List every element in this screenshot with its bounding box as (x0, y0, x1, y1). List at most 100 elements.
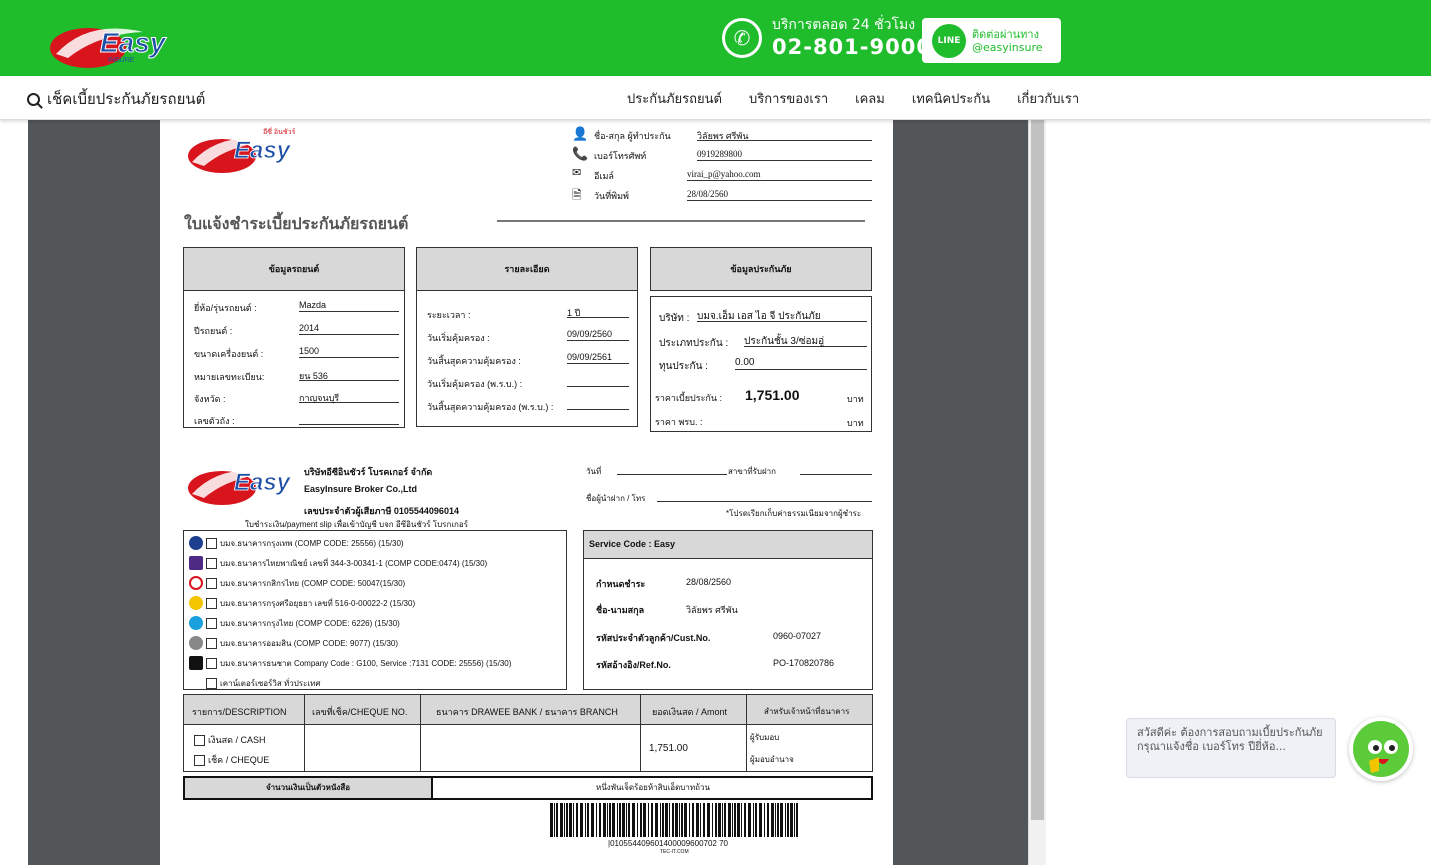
service-caption: บริการตลอด 24 ชั่วโมง (772, 17, 916, 33)
bank-option-bbl[interactable]: บมจ.ธนาคารกรุงเทพ (COMP CODE: 25556) (15… (189, 534, 404, 552)
hotline-number[interactable]: 02-801-9000 (772, 34, 932, 60)
checkbox[interactable] (206, 637, 217, 649)
chat-mascot-icon[interactable] (1349, 717, 1413, 781)
end-label: วันสิ้นสุดความคุ้มครอง : (427, 356, 521, 366)
due-label: กำหนดชำระ (596, 579, 646, 589)
checkbox[interactable] (206, 657, 217, 669)
checkbox[interactable] (206, 537, 217, 549)
sum-value: 0.00 (735, 357, 867, 370)
nav-claim[interactable]: เคลม (855, 88, 885, 109)
service-code: Service Code : Easy (584, 531, 872, 559)
hotline[interactable]: ✆ บริการตลอด 24 ชั่วโมง 02-801-9000 (722, 16, 932, 60)
document-title: ใบแจ้งชำระเบี้ยประกันภัยรถยนต์ (184, 216, 409, 233)
chassis-label: เลขตัวถัง : (194, 416, 235, 426)
checkbox[interactable] (206, 677, 217, 689)
receiver-label: ผู้รับมอบ (750, 733, 780, 742)
bank-option-bay[interactable]: บมจ.ธนาคารกรุงศรีอยุธยา เลขที่ 516-0-000… (189, 594, 415, 612)
bank-label: บมจ.ธนาคารกรุงเทพ (COMP CODE: 25556) (15… (220, 538, 404, 548)
bank-option-ktb[interactable]: บมจ.ธนาคารกรุงไทย (COMP CODE: 6226) (15/… (189, 614, 400, 632)
svg-text:Easy: Easy (100, 27, 167, 58)
nav-services[interactable]: บริการของเรา (749, 88, 828, 109)
prb-end-value (567, 398, 629, 410)
line-id: @easyinsure (972, 40, 1043, 54)
nav-about[interactable]: เกี่ยวกับเรา (1017, 88, 1079, 109)
car-box-header: ข้อมูลรถยนต์ (183, 247, 405, 291)
payer-label: ชื่อ-นามสกุล (596, 605, 645, 615)
ref-value: PO-170820786 (773, 658, 835, 668)
prb-end-label: วันสิ้นสุดความคุ้มครอง (พ.ร.บ.) : (427, 402, 554, 412)
nav-car-insurance[interactable]: ประกันภัยรถยนต์ (627, 88, 722, 109)
nav-tips[interactable]: เทคนิคประกัน (912, 88, 990, 109)
car-box: ยี่ห้อ/รุ่นรถยนต์ : Mazda ปีรถยนต์ : 201… (183, 291, 405, 428)
checkbox[interactable] (206, 577, 217, 589)
detail-box-header: รายละเอียด (416, 247, 638, 291)
svg-text:Easy: Easy (234, 469, 292, 496)
prb-start-label: วันเริ่มคุ้มครอง (พ.ร.บ.) : (427, 379, 523, 389)
slip-date-label: วันที่ (586, 467, 602, 476)
chat-bubble[interactable]: สวัสดีค่ะ ต้องการสอบถามเบี้ยประกันภัย กร… (1126, 718, 1336, 778)
phone-value: 0919289800 (697, 149, 872, 161)
checkbox[interactable] (194, 754, 205, 766)
title-divider (497, 220, 865, 222)
bank-label: บมจ.ธนาคารกรุงศรีอยุธยา เลขที่ 516-0-000… (220, 598, 416, 608)
date-value: 28/08/2560 (687, 189, 872, 201)
thanachart-bank-icon (189, 656, 203, 670)
gsb-bank-icon (189, 636, 203, 650)
slip-branch-line (800, 463, 872, 475)
plate-value: ยน 536 (299, 369, 399, 381)
cash-label: เงินสด / CASH (208, 735, 266, 745)
company-label: บริษัท : (659, 313, 690, 324)
bank-option-tbank[interactable]: บมจ.ธนาคารธนชาต Company Code : G100, Ser… (189, 654, 511, 672)
easy-insure-logo[interactable]: Easy INSURE (48, 14, 178, 72)
check-premium-link[interactable]: เช็คเบี้ยประกันภัยรถยนต์ (27, 87, 205, 111)
payment-notice-document: Easy อีซี่ อินชัวร์ 👤 ชื่อ-สกุล ผู้ทำประ… (160, 120, 893, 865)
authorizer-label: ผู้มอบอำนาจ (750, 755, 794, 764)
cust-value: 0960-07027 (773, 631, 822, 641)
barcode-credit: TEC-IT.COM (660, 849, 689, 855)
krungsri-bank-icon (189, 596, 203, 610)
bank-option-gsb[interactable]: บมจ.ธนาคารออมสิน (COMP CODE: 9077) (15/3… (189, 634, 398, 652)
scrollbar-thumb[interactable] (1031, 120, 1044, 820)
checkbox[interactable] (206, 617, 217, 629)
line-caption: ติดต่อผ่านทาง (972, 27, 1039, 41)
insurance-box-header: ข้อมูลประกันภัย (650, 247, 872, 291)
duration-label: ระยะเวลา : (427, 310, 471, 320)
engine-size-label: ขนาดเครื่องยนต์ : (194, 349, 264, 359)
barcode-text: |010554409601400009600702 70 (608, 839, 728, 848)
bank-option-kbank[interactable]: บมจ.ธนาคารกสิกรไทย (COMP CODE: 50047(15/… (189, 574, 405, 592)
bank-option-counter-service[interactable]: เคาน์เตอร์เซอร์วิส ทั่วประเทศ (206, 674, 320, 692)
slip-tax-id: เลขประจำตัวผู้เสียภาษี 0105544096014 (304, 506, 459, 516)
viewer-scrollbar[interactable] (1028, 120, 1046, 865)
line-contact-button[interactable]: LINE ติดต่อผ่านทาง @easyinsure (922, 18, 1061, 63)
search-icon (27, 92, 40, 106)
slip-logo: Easy (188, 469, 292, 505)
company-value: บมจ.เอ็ม เอส ไอ จี ประกันภัย (697, 309, 867, 322)
bank-label: บมจ.ธนาคารกรุงไทย (COMP CODE: 6226) (15/… (220, 618, 400, 628)
col-amount: ยอดเงินสด / Amont (652, 707, 727, 717)
cheque-option[interactable]: เช็ค / CHEQUE (194, 753, 269, 767)
cash-option[interactable]: เงินสด / CASH (194, 733, 265, 747)
name-label: ชื่อ-สกุล ผู้ทำประกัน (594, 131, 671, 141)
slip-company-en: EasyInsure Broker Co.,Ltd (304, 484, 418, 494)
bank-option-scb[interactable]: บมจ.ธนาคารไทยพาณิชย์ เลขที่ 344-3-00341-… (189, 554, 487, 572)
prb-label: ราคา พรบ. : (655, 417, 703, 427)
province-label: จังหวัด : (194, 394, 226, 404)
start-label: วันเริ่มคุ้มครอง : (427, 333, 490, 343)
checkbox[interactable] (206, 557, 217, 569)
end-value: 09/09/2561 (567, 352, 629, 364)
bank-label: บมจ.ธนาคารไทยพาณิชย์ เลขที่ 344-3-00341-… (220, 558, 488, 568)
scb-bank-icon (189, 556, 203, 570)
province-value: กาญจนบุรี (299, 391, 399, 403)
start-value: 09/09/2560 (567, 329, 629, 341)
car-year-value: 2014 (299, 323, 399, 335)
slip-company-th: บริษัทอีซีอินชัวร์ โบรคเกอร์ จำกัด (304, 467, 433, 477)
due-value: 28/08/2560 (686, 577, 732, 587)
depositor-line (657, 490, 872, 502)
prb-baht: บาท (847, 418, 864, 428)
checkbox[interactable] (206, 597, 217, 609)
date-label: วันที่พิมพ์ (594, 191, 629, 201)
premium-baht: บาท (847, 394, 864, 404)
line-icon: LINE (932, 23, 966, 58)
engine-size-value: 1500 (299, 346, 399, 358)
checkbox[interactable] (194, 734, 205, 746)
